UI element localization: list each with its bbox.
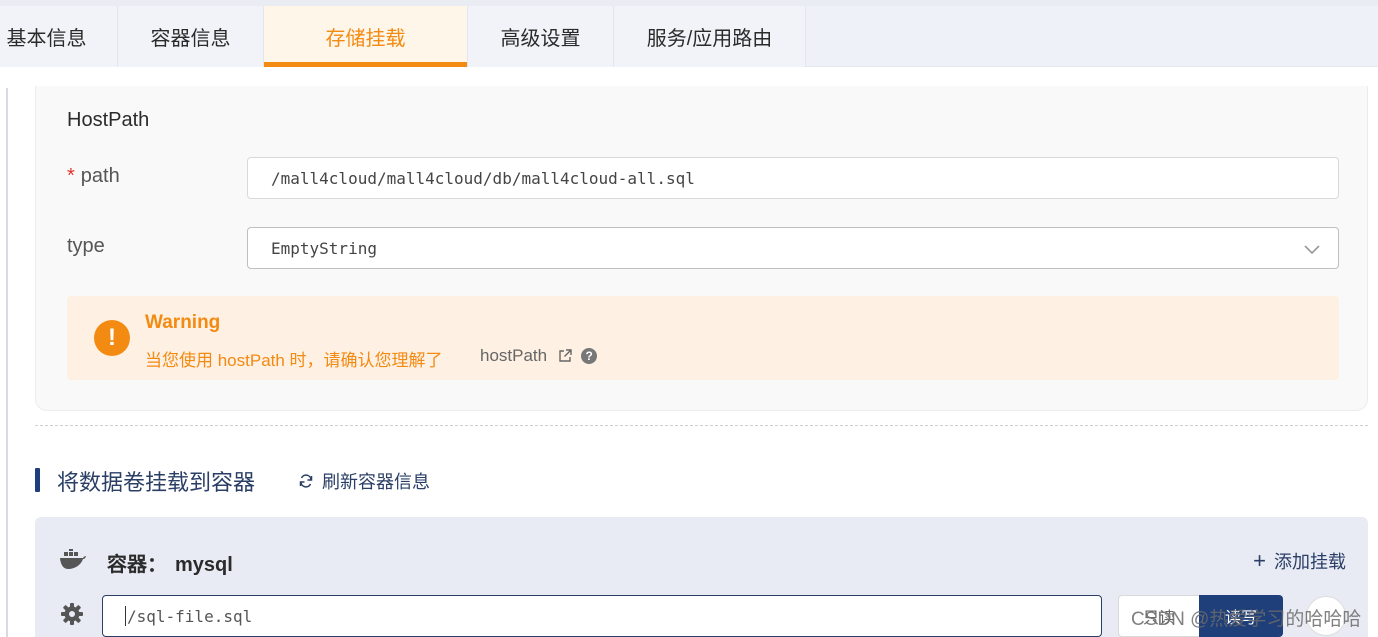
hostpath-title: HostPath xyxy=(67,109,150,131)
add-mount-button[interactable]: + 添加挂载 xyxy=(1253,548,1346,574)
path-input[interactable]: /mall4cloud/mall4cloud/db/mall4cloud-all… xyxy=(247,157,1339,199)
container-name: mysql xyxy=(175,554,233,576)
watermark: CSDN @热爱学习的哈哈哈 xyxy=(1131,609,1362,630)
required-mark: * xyxy=(67,165,75,187)
chevron-down-icon xyxy=(1304,245,1320,255)
type-label: type xyxy=(67,235,105,257)
hostpath-card: HostPath * path /mall4cloud/mall4cloud/db… xyxy=(35,86,1368,411)
tab-label: 服务/应用路由 xyxy=(646,28,773,50)
docker-icon xyxy=(60,549,86,569)
type-select[interactable]: EmptyString xyxy=(247,227,1339,269)
path-label: * path xyxy=(67,165,120,188)
text-caret xyxy=(125,606,126,626)
refresh-container-info-button[interactable]: 刷新容器信息 xyxy=(298,468,430,494)
tab-label: 高级设置 xyxy=(500,28,581,50)
add-mount-label: 添加挂载 xyxy=(1274,552,1346,572)
help-icon[interactable]: ? xyxy=(581,348,598,364)
tab-service-routing[interactable]: 服务/应用路由 xyxy=(614,6,806,67)
tab-advanced-settings[interactable]: 高级设置 xyxy=(468,6,614,67)
left-guide-line xyxy=(6,88,8,637)
mount-path-input[interactable]: /sql-file.sql xyxy=(102,595,1102,637)
tab-storage-mount[interactable]: 存储挂载 xyxy=(264,6,468,67)
container-title: 容器： mysql xyxy=(107,548,233,577)
warning-alert: ! Warning 当您使用 hostPath 时，请确认您理解了 hostPa… xyxy=(67,296,1339,380)
warning-title: Warning xyxy=(145,312,221,333)
path-label-text: path xyxy=(80,165,120,187)
refresh-icon xyxy=(299,474,313,488)
path-input-value: /mall4cloud/mall4cloud/db/mall4cloud-all… xyxy=(271,168,695,188)
container-label: 容器： xyxy=(107,554,167,576)
external-link-icon xyxy=(559,349,572,362)
section-accent-bar xyxy=(35,468,40,492)
hostpath-doc-link[interactable]: hostPath ? xyxy=(480,346,598,366)
hostpath-link-text: hostPath xyxy=(480,346,548,365)
tab-basic-info[interactable]: 基本信息 xyxy=(0,6,118,67)
gear-icon xyxy=(61,603,83,625)
warning-icon: ! xyxy=(94,320,130,356)
refresh-label: 刷新容器信息 xyxy=(322,472,430,492)
mount-path-value: /sql-file.sql xyxy=(127,606,253,626)
plus-icon: + xyxy=(1253,548,1266,573)
warning-message: 当您使用 hostPath 时，请确认您理解了 xyxy=(145,351,443,370)
mount-section-title: 将数据卷挂载到容器 xyxy=(57,470,256,495)
tab-label: 存储挂载 xyxy=(325,28,406,50)
tab-label: 基本信息 xyxy=(6,28,87,50)
tabs-bar: 基本信息 容器信息 存储挂载 高级设置 服务/应用路由 xyxy=(0,6,1378,67)
type-select-value: EmptyString xyxy=(271,238,377,258)
tab-label: 容器信息 xyxy=(150,28,231,50)
tab-container-info[interactable]: 容器信息 xyxy=(118,6,264,67)
dashed-divider xyxy=(35,425,1368,426)
